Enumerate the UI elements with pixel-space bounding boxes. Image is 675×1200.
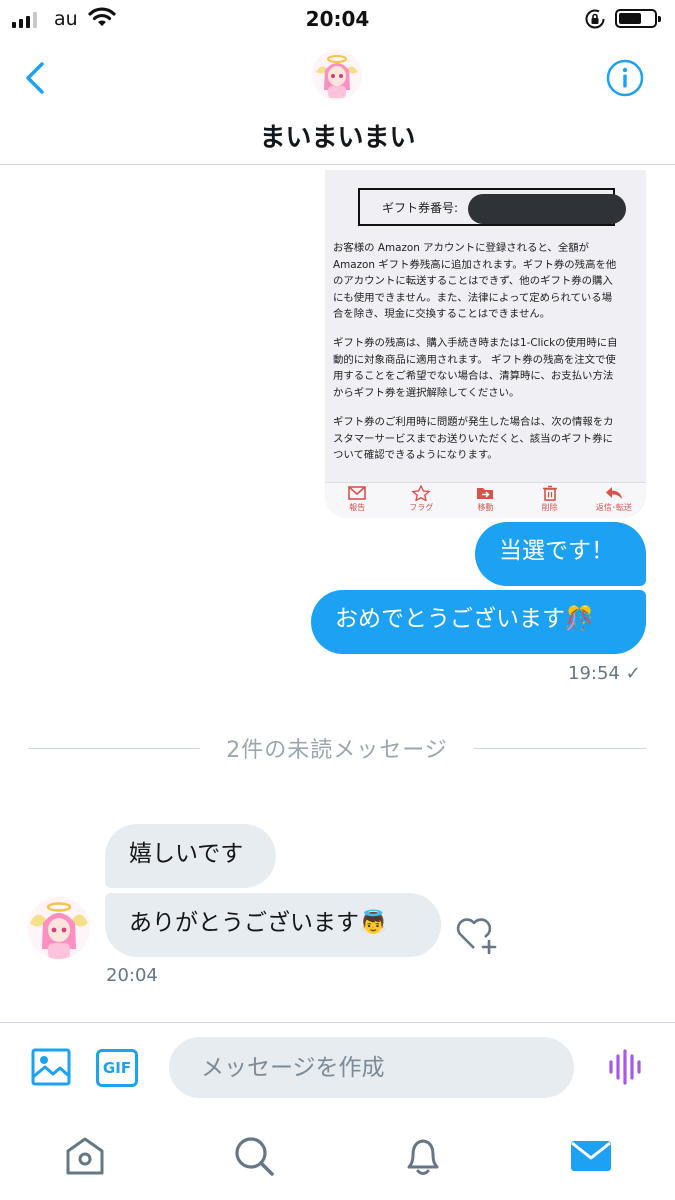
status-bar: au 20:04 <box>0 0 675 38</box>
sender-avatar[interactable] <box>28 897 90 959</box>
delete-item: 削除 <box>520 483 580 513</box>
gift-terms-paragraph: ギフト券の残高は、購入手続き時または1-Clickの使用時に自 動的に対象商品に… <box>333 337 618 399</box>
star-icon <box>411 485 431 501</box>
divider-line <box>474 748 646 749</box>
toolbar-label: 削除 <box>541 503 558 512</box>
status-time: 20:04 <box>305 7 370 31</box>
message-text: ありがとうございます👼 <box>129 910 388 936</box>
toolbar-label: 返信･転送 <box>595 503 632 512</box>
avatar[interactable] <box>312 50 362 100</box>
message-text: 嬉しいです <box>129 841 244 867</box>
reply-arrow-icon <box>605 487 622 499</box>
gift-terms-paragraph: ギフト券のご利用時に問題が発生した場合は、次の情報をカ スタマーサービスまでお送… <box>333 416 614 462</box>
report-icon <box>348 486 366 500</box>
message-input[interactable] <box>169 1037 574 1098</box>
sent-message-bubble[interactable]: おめでとうございます🎊 <box>311 590 646 654</box>
message-text: おめでとうございます🎊 <box>335 606 594 632</box>
toolbar-label: 移動 <box>477 503 494 512</box>
received-message-bubble[interactable]: 嬉しいです <box>105 824 276 888</box>
notifications-bell-icon[interactable] <box>400 1133 446 1179</box>
sent-timestamp: 19:54 ✓ <box>568 663 641 684</box>
folder-move-icon <box>477 488 494 499</box>
info-icon[interactable] <box>605 58 645 98</box>
conversation-header: まいまいまい <box>0 38 675 165</box>
received-message-bubble[interactable]: ありがとうございます👼 <box>105 893 441 957</box>
sent-message-bubble[interactable]: 当選です！ <box>475 522 646 586</box>
shared-screenshot-image[interactable]: ギフト券番号: お客様の Amazon アカウントに登録されると、全額が Ama… <box>325 170 646 518</box>
heart-plus-icon[interactable] <box>455 914 499 954</box>
back-chevron-icon[interactable] <box>20 58 50 98</box>
flag-item: フラグ <box>391 483 451 513</box>
received-timestamp: 20:04 <box>106 965 158 986</box>
unread-messages-divider: 2件の未読メッセージ <box>28 730 646 764</box>
search-icon[interactable] <box>231 1133 277 1179</box>
bottom-tab-bar <box>0 1115 675 1200</box>
home-icon[interactable] <box>62 1133 108 1179</box>
report-item: 報告 <box>327 483 387 513</box>
orientation-lock-icon <box>585 9 605 29</box>
toolbar-label: フラグ <box>409 503 434 512</box>
image-icon[interactable] <box>30 1047 72 1087</box>
gift-code-box: ギフト券番号: <box>358 188 626 226</box>
mail-toolbar: 報告 フラグ 移動 削除 返信･転送 <box>325 482 646 518</box>
gift-code-label: ギフト券番号: <box>382 201 459 215</box>
battery-icon <box>615 9 661 28</box>
gift-code-redaction <box>468 194 626 224</box>
message-composer: GIF <box>0 1022 675 1115</box>
message-text: 当選です！ <box>499 538 614 564</box>
messages-envelope-icon[interactable] <box>568 1133 614 1179</box>
trash-icon <box>542 485 557 501</box>
gift-terms-paragraph: お客様の Amazon アカウントに登録されると、全額が Amazon ギフト券… <box>333 242 617 321</box>
voice-message-icon[interactable] <box>606 1047 646 1087</box>
move-item: 移動 <box>455 483 515 513</box>
toolbar-label: 報告 <box>349 503 366 512</box>
reply-forward-item: 返信･転送 <box>584 483 644 513</box>
page-title: まいまいまい <box>259 123 416 153</box>
gif-button[interactable]: GIF <box>96 1049 138 1087</box>
